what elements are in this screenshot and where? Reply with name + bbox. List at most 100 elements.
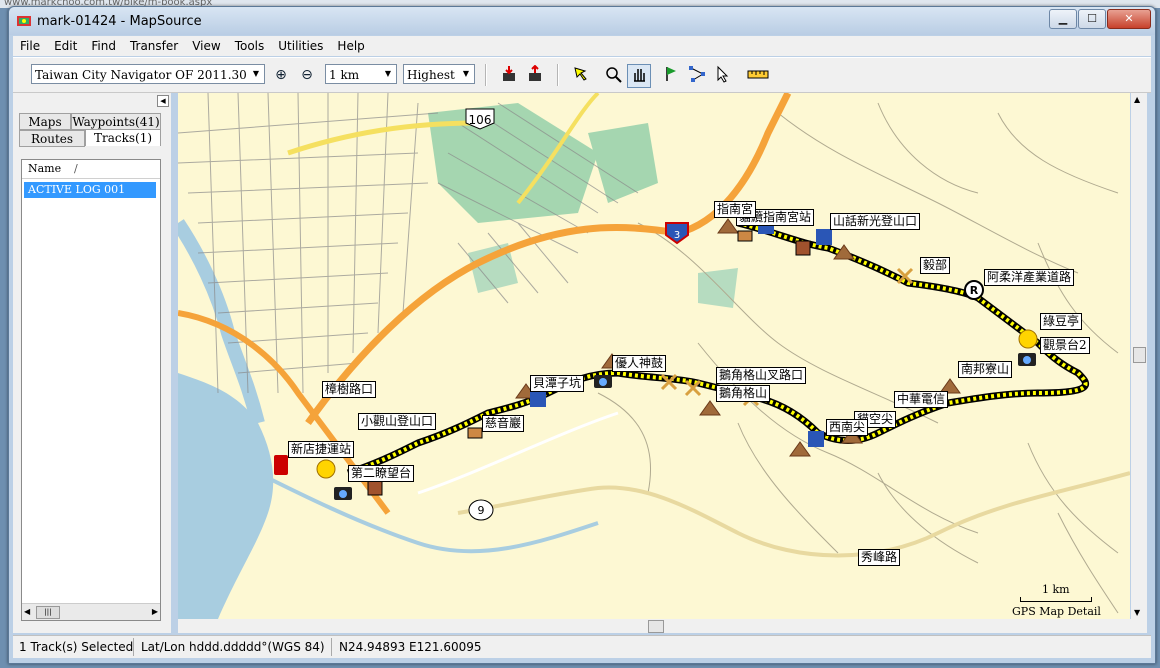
tab-waypoints[interactable]: Waypoints(41) xyxy=(71,113,161,130)
mapsource-window: mark-01424 - MapSource ▁ ☐ ✕ File Edit F… xyxy=(8,6,1156,664)
title-bar[interactable]: mark-01424 - MapSource ▁ ☐ ✕ xyxy=(9,7,1155,35)
measure-tool-icon[interactable] xyxy=(747,65,769,85)
restaurant-glyph: R xyxy=(970,284,979,297)
scroll-up-icon[interactable]: ▲ xyxy=(1134,95,1140,104)
map-label[interactable]: 綠豆亭 xyxy=(1040,313,1083,330)
scale-bar xyxy=(1020,597,1092,602)
park-area xyxy=(698,268,738,308)
tab-tracks[interactable]: Tracks(1) xyxy=(85,129,161,146)
status-divider xyxy=(331,638,332,656)
road-shield-106: 106 xyxy=(469,113,492,127)
map-product-select[interactable]: Taiwan City Navigator OF 2011.30 ▼ xyxy=(31,64,265,84)
menu-utilities[interactable]: Utilities xyxy=(271,36,330,56)
camera-icons xyxy=(334,353,1036,500)
send-to-device-icon[interactable] xyxy=(525,64,545,85)
status-bar: 1 Track(s) Selected Lat/Lon hddd.ddddd°(… xyxy=(13,635,1151,658)
scale-select[interactable]: 1 km ▼ xyxy=(325,64,397,84)
road-shield-9: 9 xyxy=(478,504,485,517)
detail-value: Highest xyxy=(407,68,455,82)
chevron-down-icon: ▼ xyxy=(384,69,392,78)
scroll-thumb[interactable] xyxy=(648,620,664,633)
menu-find[interactable]: Find xyxy=(84,36,123,56)
menu-transfer[interactable]: Transfer xyxy=(123,36,185,56)
map-horizontal-scrollbar[interactable] xyxy=(178,619,1147,633)
map-label[interactable]: 阿柔洋產業道路 xyxy=(984,269,1075,286)
list-header[interactable]: Name / xyxy=(22,160,160,179)
map-label[interactable]: 小觀山登山口 xyxy=(358,413,437,430)
collapse-panel-button[interactable]: ◀ xyxy=(157,95,169,107)
gps-track xyxy=(346,219,1089,477)
map-label[interactable]: 南邦寮山 xyxy=(958,361,1013,378)
pointer-tool-icon[interactable] xyxy=(713,65,733,85)
detail-select[interactable]: Highest ▼ xyxy=(403,64,475,84)
map-label[interactable]: 慈音巖 xyxy=(482,415,525,432)
window-title: mark-01424 - MapSource xyxy=(37,14,202,29)
map-label[interactable]: 樟樹路口 xyxy=(322,381,377,398)
zoom-in-button[interactable]: ⊕ xyxy=(271,65,291,85)
map-label[interactable]: 山話新光登山口 xyxy=(830,213,921,230)
column-sort-indicator: / xyxy=(74,162,78,175)
tab-routes[interactable]: Routes xyxy=(19,130,85,147)
map-product-value: Taiwan City Navigator OF 2011.30 xyxy=(35,68,247,82)
menu-tools[interactable]: Tools xyxy=(228,36,272,56)
scale-value: 1 km xyxy=(329,68,360,82)
maximize-button[interactable]: ☐ xyxy=(1078,9,1106,29)
tab-maps[interactable]: Maps xyxy=(19,113,71,130)
map-label[interactable]: 第二瞭望台 xyxy=(348,465,415,482)
menu-view[interactable]: View xyxy=(185,36,227,56)
left-panel: ◀ Maps Waypoints(41) Routes Tracks(1) Na… xyxy=(13,93,171,633)
metro-station-icon xyxy=(274,455,288,475)
river xyxy=(257,471,599,554)
receive-from-device-icon[interactable] xyxy=(499,65,519,85)
menu-file[interactable]: File xyxy=(13,36,47,56)
minimize-button[interactable]: ▁ xyxy=(1049,9,1077,29)
map-label[interactable]: 鵝角格山叉路口 xyxy=(716,367,807,384)
select-tool-icon[interactable] xyxy=(571,65,591,85)
hillside-roads xyxy=(597,102,1119,614)
gps-track xyxy=(347,221,1088,475)
map-vertical-scrollbar[interactable]: ▲ ▼ xyxy=(1131,93,1147,619)
map-label[interactable]: 鵝角格山 xyxy=(716,385,771,402)
map-label[interactable]: 中華電信 xyxy=(894,391,949,408)
zoom-out-button[interactable]: ⊖ xyxy=(297,65,317,85)
menu-help[interactable]: Help xyxy=(330,36,371,56)
map-label[interactable]: 毅部 xyxy=(920,257,951,274)
close-button[interactable]: ✕ xyxy=(1107,9,1151,29)
gps-map-detail-label: GPS Map Detail xyxy=(1012,605,1101,618)
scroll-left-icon[interactable]: ◀ xyxy=(24,607,30,616)
temple-icons xyxy=(367,230,811,496)
chevron-down-icon: ▼ xyxy=(252,69,260,78)
map-label[interactable]: 西南尖 xyxy=(826,419,869,436)
map-label[interactable]: 貝潭子坑 xyxy=(530,375,585,392)
track-row[interactable]: ACTIVE LOG 001 xyxy=(24,182,156,198)
status-selection: 1 Track(s) Selected xyxy=(19,640,134,654)
waypoint-tool-icon[interactable] xyxy=(661,65,681,85)
status-format: Lat/Lon hddd.ddddd°(WGS 84) xyxy=(141,640,325,654)
menu-edit[interactable]: Edit xyxy=(47,36,84,56)
status-position: N24.94893 E121.60095 xyxy=(339,640,482,654)
map-label[interactable]: 觀景台2 xyxy=(1040,337,1090,354)
scroll-thumb[interactable] xyxy=(1133,347,1146,363)
zoom-tool-icon[interactable] xyxy=(603,65,623,85)
scale-distance: 1 km xyxy=(1042,583,1070,596)
toolbar-separator xyxy=(557,64,559,86)
map-label[interactable]: 秀峰路 xyxy=(858,549,901,566)
route-tool-icon[interactable] xyxy=(687,65,707,85)
column-name[interactable]: Name xyxy=(28,160,61,178)
scroll-thumb[interactable]: ||| xyxy=(36,606,60,619)
toolbar-separator xyxy=(485,64,487,86)
list-horizontal-scrollbar[interactable]: ◀ ||| ▶ xyxy=(22,603,160,620)
road-shield-3: 3 xyxy=(674,230,680,241)
scroll-down-icon[interactable]: ▼ xyxy=(1134,608,1140,617)
scroll-right-icon[interactable]: ▶ xyxy=(152,607,158,616)
tracks-list: Name / ACTIVE LOG 001 ◀ ||| ▶ xyxy=(21,159,161,621)
chevron-down-icon: ▼ xyxy=(462,69,470,78)
map-scale: 1 km GPS Map Detail xyxy=(1010,579,1110,619)
map-label[interactable]: 指南宮 xyxy=(714,201,757,218)
map-label[interactable]: 新店捷運站 xyxy=(288,441,355,458)
hand-tool-icon[interactable] xyxy=(627,64,651,88)
mapsource-app-icon xyxy=(17,16,31,26)
map-view[interactable]: 106 3 9 R 貓纜指南宮站 指南宮 山話新光登山口 毅部 阿柔洋產業道路 … xyxy=(178,93,1130,619)
map-label[interactable]: 優人神鼓 xyxy=(612,355,667,372)
toolbar: Taiwan City Navigator OF 2011.30 ▼ ⊕ ⊖ 1 … xyxy=(13,57,1151,93)
